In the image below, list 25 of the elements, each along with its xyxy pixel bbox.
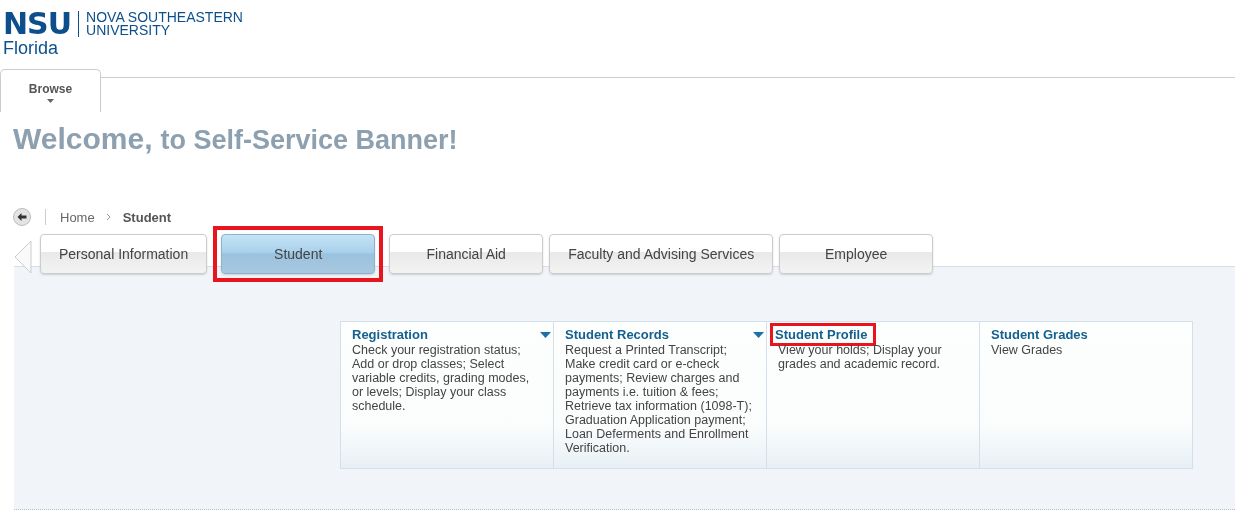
tab[interactable]: Faculty and Advising Services [549, 234, 774, 274]
tab[interactable]: Employee [779, 234, 934, 274]
breadcrumb-link[interactable]: Home [60, 209, 95, 225]
card-description: View Grades [991, 343, 1064, 357]
logo-place: Florida [3, 39, 60, 57]
logo-name: NOVA SOUTHEASTERN [86, 11, 243, 24]
logo-mark: NSU [3, 9, 72, 39]
tab[interactable]: Personal Information [40, 234, 208, 274]
tab[interactable]: Financial Aid [389, 234, 544, 274]
card-title-link[interactable]: Registration [352, 326, 428, 343]
card-title-link[interactable]: Student Grades [991, 326, 1088, 343]
card-description: View your holds; Display your grades and academic record. [778, 343, 943, 371]
card-description: Check your registration status; Add or drop classes; Select variable credits, grading modes, or levels; Display your class schedule. [352, 343, 531, 413]
dropdown-caret-icon[interactable] [753, 331, 764, 338]
card-title-link[interactable]: Student Profile [773, 326, 874, 343]
caret-icon [47, 99, 54, 103]
back-icon[interactable] [13, 208, 31, 226]
browse-menu-button[interactable]: Browse [0, 69, 101, 112]
card-title-link[interactable]: Student Records [565, 326, 669, 343]
welcome-title: Welcome, [13, 122, 153, 156]
logo-name: UNIVERSITY [86, 24, 172, 37]
welcome-title: to Self-Service Banner! [160, 125, 458, 156]
card-description: Request a Printed Transcript; Make credit card or e-check payments; Review charges and payments i.e. tuition & fees; Retrieve tax information (1098-T); Graduation Application payment; Loan Deferments and Enrollment Verification. [565, 343, 753, 455]
dropdown-caret-icon[interactable] [540, 331, 551, 338]
tab[interactable]: Student [221, 234, 376, 274]
